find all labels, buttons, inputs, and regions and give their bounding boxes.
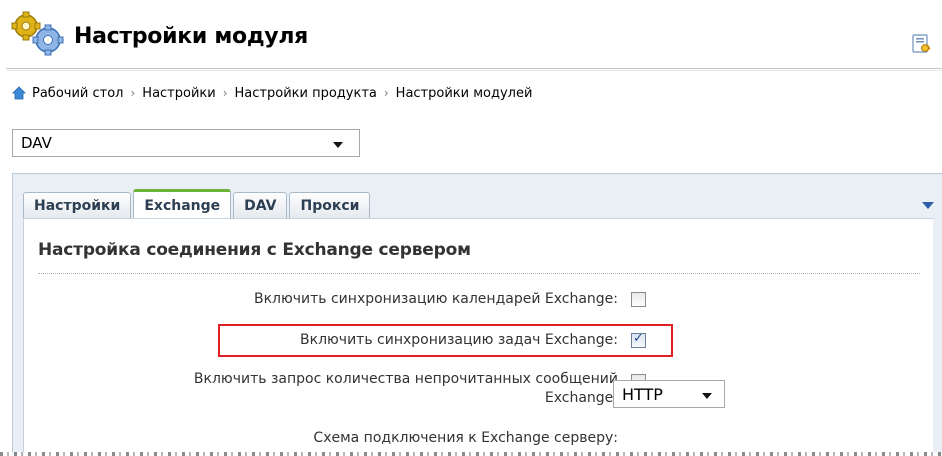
chevron-down-icon [702, 393, 712, 399]
tasks-sync-checkbox[interactable]: ✓ [631, 331, 646, 348]
screenshot-cut-edge [0, 452, 942, 456]
help-link-icon[interactable] [912, 34, 934, 54]
connection-scheme-value: HTTP [622, 385, 663, 404]
tab-exchange[interactable]: Exchange [133, 189, 232, 220]
page-title: Настройки модуля [74, 24, 308, 49]
collapse-arrow-icon[interactable] [922, 202, 934, 209]
gears-icon [11, 11, 64, 56]
module-select[interactable]: DAV [12, 129, 360, 157]
connection-scheme-label: Схема подключения к Exchange серверу: [313, 430, 618, 446]
home-icon[interactable] [12, 86, 26, 100]
header-divider-shadow [6, 70, 942, 71]
chevron-down-icon [333, 142, 343, 148]
breadcrumb-separator: › [383, 86, 389, 100]
page-header: Настройки модуля [0, 0, 942, 66]
connection-scheme-select[interactable]: HTTP [613, 380, 725, 408]
tab-proxy[interactable]: Прокси [289, 192, 371, 219]
breadcrumb-product-settings[interactable]: Настройки продукта [235, 86, 377, 101]
unread-count-label-line2: Exchange: [544, 390, 618, 406]
tasks-sync-label: Включить синхронизацию задач Exchange: [300, 332, 618, 348]
checkmark-icon: ✓ [633, 331, 644, 346]
section-divider [38, 273, 920, 274]
calendar-sync-label: Включить синхронизацию календарей Exchan… [253, 291, 618, 307]
unread-count-label: Включить запрос количества непрочитанных… [64, 370, 618, 408]
unread-count-label-line1: Включить запрос количества непрочитанных… [193, 371, 618, 387]
breadcrumb: Рабочий стол › Настройки › Настройки про… [12, 84, 532, 102]
header-divider [6, 68, 942, 69]
section-title: Настройка соединения с Exchange сервером [38, 240, 471, 260]
exchange-tab-content: Настройка соединения с Exchange сервером… [23, 218, 933, 456]
settings-panel: Настройки Exchange DAV Прокси Настройка … [12, 173, 942, 456]
breadcrumb-separator: › [222, 86, 228, 100]
breadcrumb-separator: › [130, 86, 136, 100]
tab-settings[interactable]: Настройки [23, 192, 132, 219]
breadcrumb-desktop[interactable]: Рабочий стол [32, 86, 123, 101]
calendar-sync-checkbox[interactable] [631, 292, 646, 307]
module-select-value: DAV [21, 134, 52, 152]
tab-dav[interactable]: DAV [233, 192, 288, 219]
breadcrumb-settings[interactable]: Настройки [142, 86, 215, 101]
tab-bar: Настройки Exchange DAV Прокси [23, 188, 372, 220]
breadcrumb-module-settings[interactable]: Настройки модулей [396, 86, 533, 101]
